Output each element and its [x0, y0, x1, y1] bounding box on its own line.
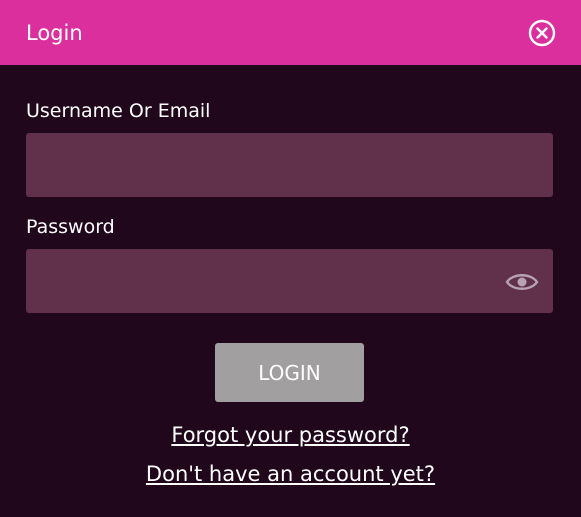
- forgot-password-link[interactable]: Forgot your password?: [0, 423, 581, 447]
- username-field[interactable]: [26, 133, 553, 197]
- eye-icon[interactable]: [505, 268, 539, 296]
- signup-link[interactable]: Don't have an account yet?: [0, 462, 581, 486]
- dialog-header: Login: [0, 0, 581, 65]
- password-field[interactable]: [26, 249, 553, 313]
- password-label: Password: [26, 216, 115, 238]
- login-dialog: Login Username Or Email Password LOGIN F…: [0, 0, 581, 517]
- login-button[interactable]: LOGIN: [215, 343, 364, 402]
- dialog-title: Login: [26, 20, 83, 45]
- username-label: Username Or Email: [26, 100, 211, 122]
- close-icon[interactable]: [527, 18, 557, 48]
